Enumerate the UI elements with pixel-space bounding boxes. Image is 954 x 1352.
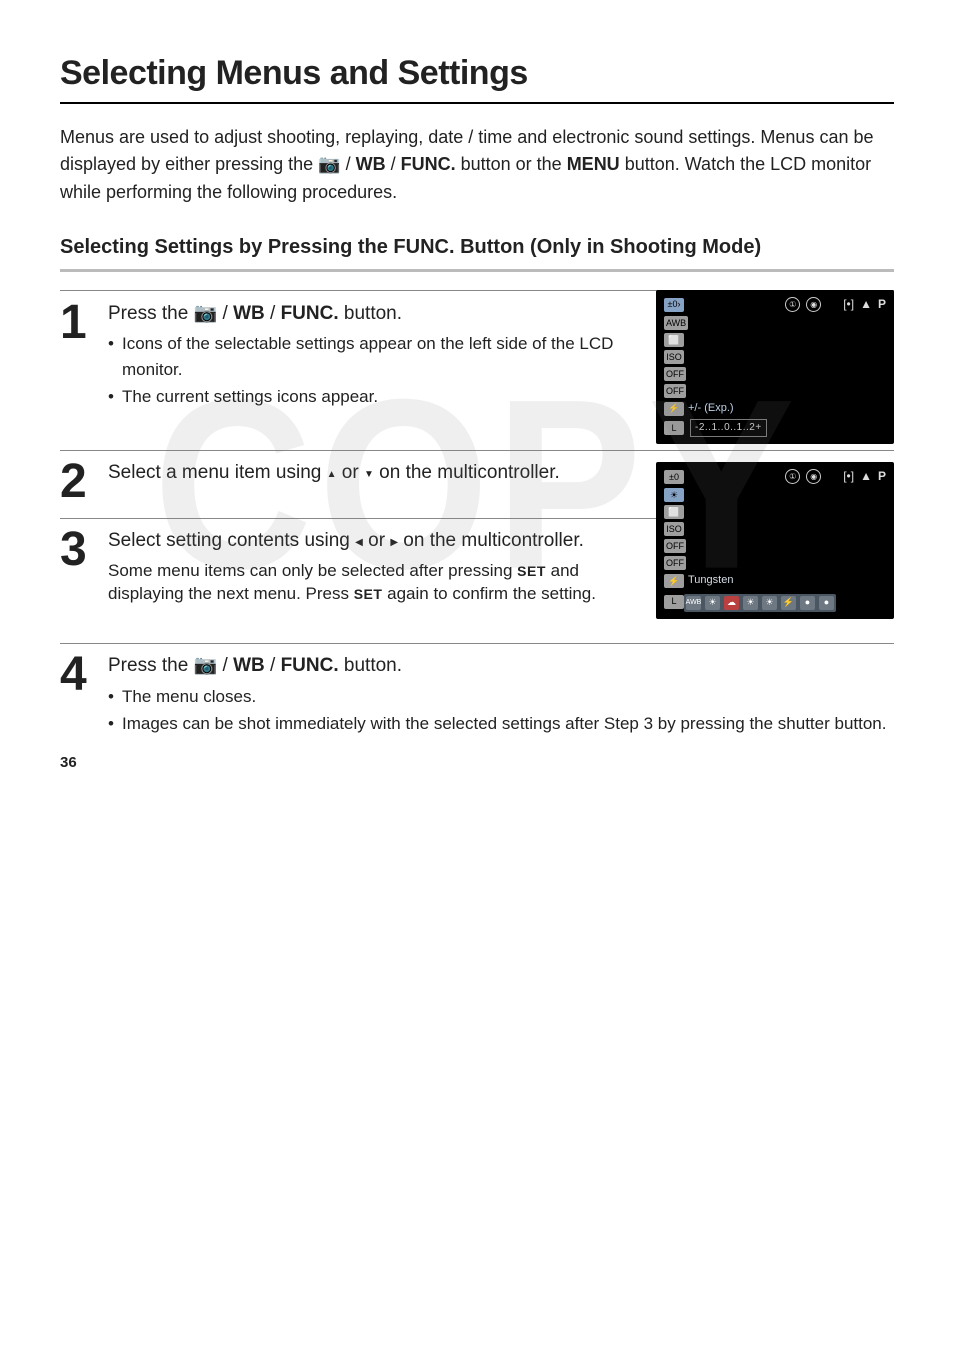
step-title: Select setting contents using ◀ or ▶ on … xyxy=(108,528,640,555)
menu-item-size: L xyxy=(664,595,684,609)
flash-icon: ① xyxy=(785,297,800,312)
step-number: 2 xyxy=(60,460,100,503)
menu-item-rect: ⬜ xyxy=(664,333,684,347)
step-2: 2 Select a menu item using ▲ or ▼ on the… xyxy=(60,460,640,503)
wb-opt-day: ☀ xyxy=(705,596,720,610)
mode-letter: P xyxy=(878,296,886,313)
step-number: 3 xyxy=(60,528,100,571)
step-number: 4 xyxy=(60,653,100,696)
step-title: Select a menu item using ▲ or ▼ on the m… xyxy=(108,460,640,487)
section-subhead: Selecting Settings by Pressing the FUNC.… xyxy=(60,233,894,261)
wb-strip: AWB ☀ ☁ ☀ ☀ ⚡ ● ● xyxy=(684,594,836,612)
wb-label: Tungsten xyxy=(688,573,733,588)
down-arrow-icon: ▼ xyxy=(364,469,374,480)
exp-label: +/- (Exp.) xyxy=(688,401,734,416)
right-arrow-icon: ▶ xyxy=(390,537,398,548)
menu-item-off2: OFF xyxy=(664,384,686,398)
exp-scale: -2..1..0..1..2+ xyxy=(690,419,767,437)
menu-item-off1: OFF xyxy=(664,367,686,381)
step-bullet: Icons of the selectable settings appear … xyxy=(108,331,640,382)
lock-icon: ▲ xyxy=(860,296,872,313)
wb-opt-fluor: ☀ xyxy=(762,596,777,610)
menu-item-wb-bulb: ☀ xyxy=(664,488,684,502)
step-bullet: Images can be shot immediately with the … xyxy=(108,711,894,737)
step-sep xyxy=(60,643,894,644)
menu-item-size: L xyxy=(664,421,684,435)
mode-letter: P xyxy=(878,468,886,485)
wb-opt-flash: ● xyxy=(800,596,815,610)
lock-icon: ▲ xyxy=(860,468,872,485)
step-bullet: The menu closes. xyxy=(108,684,894,710)
page-heading: Selecting Menus and Settings xyxy=(60,50,894,98)
step-body: Some menu items can only be selected aft… xyxy=(108,559,640,607)
flash-icon: ① xyxy=(785,469,800,484)
wb-opt-cloud: ☁ xyxy=(724,596,739,610)
menu-item-flash: ⚡ xyxy=(664,402,684,416)
step-1: 1 Press the 📷 / WB / FUNC. button. Icons… xyxy=(60,301,640,412)
meter-icon: [•] xyxy=(843,468,854,485)
rec-icon: ◉ xyxy=(806,469,821,484)
subhead-rule xyxy=(60,269,894,272)
wb-opt-custom: ● xyxy=(819,596,834,610)
menu-item-flash: ⚡ xyxy=(664,574,684,588)
meter-icon: [•] xyxy=(843,296,854,313)
wb-opt-fluorh: ⚡ xyxy=(781,596,796,610)
step-bullet: The current settings icons appear. xyxy=(108,384,640,410)
page-number: 36 xyxy=(60,752,77,773)
wb-opt-tungsten: ☀ xyxy=(743,596,758,610)
step-4: 4 Press the 📷 / WB / FUNC. button. The m… xyxy=(60,653,894,739)
lcd-figure-2: ±0 ① ◉ [•] ▲ P ☀ ⬜ ISO OFF OFF ⚡ Tungste… xyxy=(656,462,894,618)
lcd-figure-1: ±0› ① ◉ [•] ▲ P AWB ⬜ ISO OFF OFF ⚡ +/- … xyxy=(656,290,894,444)
step-title: Press the 📷 / WB / FUNC. button. xyxy=(108,301,640,328)
menu-item-iso: ISO xyxy=(664,522,684,536)
menu-item-iso: ISO xyxy=(664,350,684,364)
menu-item-ev: ±0› xyxy=(664,298,684,312)
menu-item-off1: OFF xyxy=(664,539,686,553)
menu-item-awb: AWB xyxy=(664,316,688,330)
step-3: 3 Select setting contents using ◀ or ▶ o… xyxy=(60,528,640,606)
lead-paragraph: Menus are used to adjust shooting, repla… xyxy=(60,124,894,208)
step-number: 1 xyxy=(60,301,100,344)
heading-rule xyxy=(60,102,894,104)
menu-item-ev: ±0 xyxy=(664,470,684,484)
rec-icon: ◉ xyxy=(806,297,821,312)
menu-item-rect: ⬜ xyxy=(664,505,684,519)
up-arrow-icon: ▲ xyxy=(327,469,337,480)
left-arrow-icon: ◀ xyxy=(355,537,363,548)
wb-opt-awb: AWB xyxy=(686,596,701,610)
kbd-icon: 📷 xyxy=(318,154,340,174)
menu-item-off2: OFF xyxy=(664,556,686,570)
step-title: Press the 📷 / WB / FUNC. button. xyxy=(108,653,894,680)
